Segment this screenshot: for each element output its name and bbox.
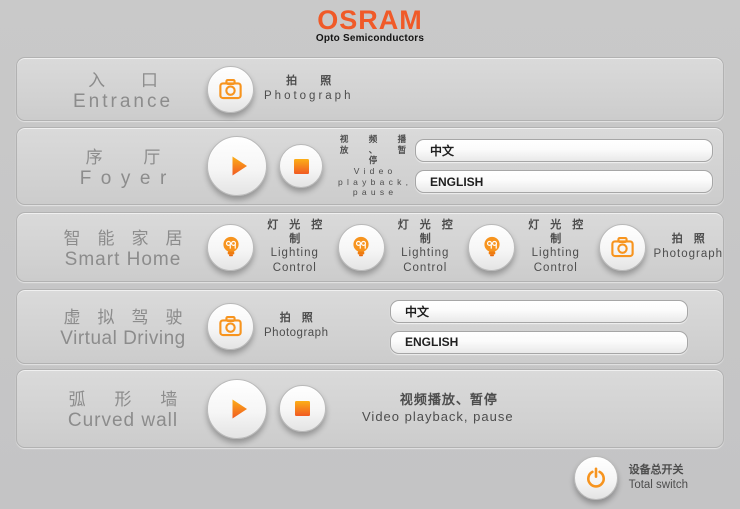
- footer: 设备总开关 Total switch: [0, 448, 740, 508]
- lightbulb-icon: [479, 234, 505, 260]
- virtual-driving-english-button[interactable]: ENGLISH: [390, 331, 688, 354]
- entrance-photograph-button[interactable]: [207, 66, 254, 113]
- camera-icon: [609, 234, 636, 261]
- label-zh: 视频播放、暂停: [362, 392, 536, 408]
- stop-icon: [294, 400, 311, 417]
- lighting-control-button-3[interactable]: [468, 224, 515, 271]
- smart-home-photograph-button[interactable]: [599, 224, 646, 271]
- foyer-controls: 视频播放、暂停 Video playback, pause: [207, 134, 415, 198]
- label-zh: 设备总开关: [629, 464, 688, 478]
- label-zh: 拍照: [264, 75, 377, 89]
- panel-virtual-driving: 虚拟驾驶 Virtual Driving 拍照 Photograph 中文: [16, 289, 724, 364]
- stop-icon: [293, 158, 310, 175]
- panel-title-zh: 智能家居: [39, 224, 224, 249]
- header: OSRAM Opto Semiconductors: [0, 0, 740, 50]
- label-en: Lighting Control: [393, 246, 459, 275]
- lighting-control-label-1: 灯光控制 Lighting Control: [262, 219, 328, 275]
- panel-title-en: Virtual Driving: [39, 328, 207, 350]
- total-switch-button[interactable]: [574, 456, 618, 500]
- label-zh: 灯光控制: [262, 219, 339, 247]
- panel-title-zh: 虚拟驾驶: [39, 303, 224, 328]
- power-icon: [584, 466, 608, 490]
- panel-smart-home: 智能家居 Smart Home: [16, 212, 724, 282]
- panel-foyer: 序厅 Foyer 视频播放、暂停: [16, 127, 724, 205]
- camera-icon: [217, 313, 244, 340]
- panel-title-en: Smart Home: [39, 249, 207, 271]
- curved-wall-stop-button[interactable]: [279, 385, 326, 432]
- control-panel: OSRAM Opto Semiconductors 入口 Entrance 拍照: [0, 0, 740, 509]
- curved-wall-controls: 视频播放、暂停 Video playback, pause: [207, 379, 514, 439]
- panel-title-en: Foyer: [39, 168, 217, 190]
- label-en: Video playback, pause: [362, 409, 514, 425]
- foyer-english-button[interactable]: ENGLISH: [415, 170, 713, 193]
- label-en: Lighting Control: [262, 246, 328, 275]
- label-en: Photograph: [654, 247, 723, 261]
- label-en: Video playback, pause: [331, 166, 419, 198]
- virtual-driving-controls: 拍照 Photograph: [207, 303, 328, 350]
- label-en: Lighting Control: [523, 246, 589, 275]
- label-zh: 拍照: [264, 312, 339, 326]
- total-switch-label: 设备总开关 Total switch: [629, 464, 688, 492]
- lighting-control-button-2[interactable]: [338, 224, 385, 271]
- camera-icon: [217, 76, 244, 103]
- foyer-stop-button[interactable]: [279, 144, 323, 188]
- label-en: Photograph: [264, 326, 328, 340]
- label-zh: 灯光控制: [523, 219, 600, 247]
- foyer-chinese-button[interactable]: 中文: [415, 139, 713, 162]
- virtual-driving-chinese-button[interactable]: 中文: [390, 300, 688, 323]
- entrance-controls: 拍照 Photograph: [207, 66, 353, 113]
- virtual-driving-photograph-label: 拍照 Photograph: [264, 312, 328, 340]
- foyer-playback-label: 视频播放、暂停 Video playback, pause: [331, 134, 415, 198]
- panel-curved-wall: 弧形墙 Curved wall 视频播放、: [16, 369, 724, 448]
- lightbulb-icon: [348, 234, 374, 260]
- smart-home-controls: 灯光控制 Lighting Control: [207, 219, 723, 275]
- panel-title-entrance: 入口 Entrance: [39, 66, 207, 113]
- panel-title-foyer: 序厅 Foyer: [39, 143, 207, 190]
- panel-title-virtual-driving: 虚拟驾驶 Virtual Driving: [39, 303, 207, 350]
- label-zh: 灯光控制: [393, 219, 470, 247]
- label-en: Photograph: [264, 89, 353, 103]
- lighting-control-label-2: 灯光控制 Lighting Control: [393, 219, 459, 275]
- foyer-language-buttons: 中文 ENGLISH: [415, 139, 713, 193]
- panel-title-en: Entrance: [39, 91, 207, 113]
- panel-title-curved-wall: 弧形墙 Curved wall: [39, 385, 207, 432]
- osram-logo: OSRAM: [0, 7, 740, 33]
- lightbulb-icon: [218, 234, 244, 260]
- label-en: Total switch: [629, 478, 688, 492]
- lighting-control-button-1[interactable]: [207, 224, 254, 271]
- lighting-control-label-3: 灯光控制 Lighting Control: [523, 219, 589, 275]
- brand-tagline: Opto Semiconductors: [0, 33, 740, 44]
- virtual-driving-language-buttons: 中文 ENGLISH: [390, 300, 688, 354]
- label-zh: 拍照: [654, 233, 734, 247]
- play-icon: [221, 393, 253, 425]
- curved-wall-play-button[interactable]: [207, 379, 267, 439]
- virtual-driving-photograph-button[interactable]: [207, 303, 254, 350]
- panel-title-en: Curved wall: [39, 410, 207, 432]
- foyer-play-button[interactable]: [207, 136, 267, 196]
- smart-home-photograph-label: 拍照 Photograph: [654, 233, 723, 261]
- curved-wall-playback-label: 视频播放、暂停 Video playback, pause: [362, 392, 514, 425]
- entrance-photograph-label: 拍照 Photograph: [264, 75, 353, 103]
- play-icon: [221, 150, 253, 182]
- panel-entrance: 入口 Entrance 拍照 Photograph: [16, 57, 724, 121]
- panel-title-smart-home: 智能家居 Smart Home: [39, 224, 207, 271]
